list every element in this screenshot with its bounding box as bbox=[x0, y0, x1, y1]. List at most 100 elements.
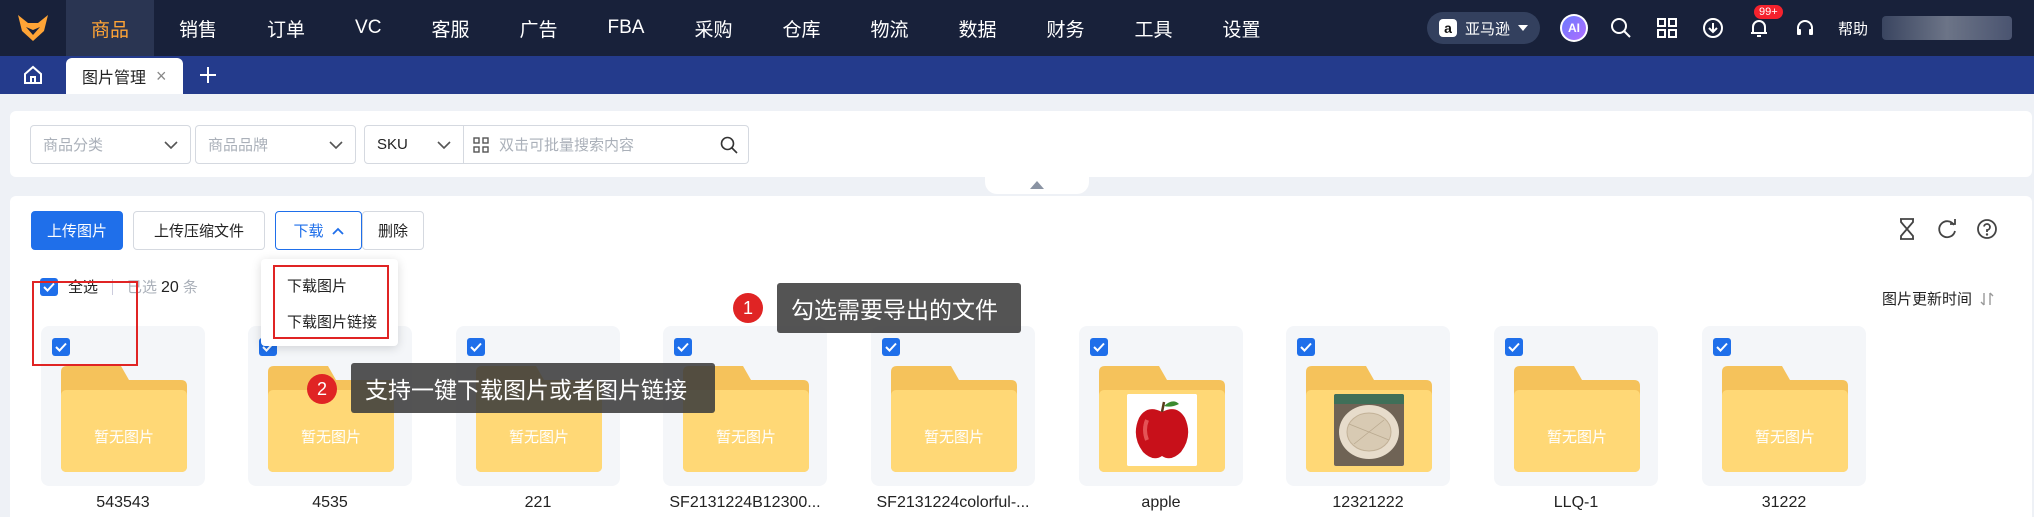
headset-support-icon[interactable] bbox=[1792, 15, 1818, 41]
user-account-blurred[interactable] bbox=[1882, 16, 2012, 40]
search-icon[interactable] bbox=[1608, 15, 1634, 41]
sort-icon bbox=[1980, 292, 1994, 305]
card-name: SF2131224colorful-... bbox=[876, 494, 1030, 511]
menu-item-warehouse[interactable]: 仓库 bbox=[757, 0, 845, 56]
tab-image-management[interactable]: 图片管理 × bbox=[66, 58, 183, 94]
amazon-icon: a bbox=[1438, 19, 1457, 37]
folder-placeholder: 暂无图片 bbox=[891, 366, 1017, 472]
menu-item-products[interactable]: 商品 bbox=[66, 0, 155, 56]
menu-item-customer-service[interactable]: 客服 bbox=[406, 0, 494, 56]
menu-item-logistics[interactable]: 物流 bbox=[845, 0, 933, 56]
image-card[interactable]: 暂无图片 SF2131224colorful-... bbox=[871, 326, 1035, 511]
check-icon bbox=[1093, 342, 1105, 352]
brand-placeholder: 商品品牌 bbox=[208, 137, 269, 154]
menu-item-vc[interactable]: VC bbox=[330, 0, 406, 56]
card-name: 31222 bbox=[1761, 494, 1807, 511]
card-checkbox[interactable] bbox=[1505, 338, 1523, 356]
filter-panel: 商品分类 商品品牌 SKU 双击可批量搜索内容 bbox=[10, 111, 2032, 177]
tab-label: 图片管理 bbox=[82, 70, 147, 87]
caret-up-icon bbox=[1030, 181, 1044, 189]
card-checkbox[interactable] bbox=[674, 338, 692, 356]
home-tab[interactable] bbox=[0, 56, 66, 94]
batch-grid-icon bbox=[473, 136, 489, 153]
upload-image-button[interactable]: 上传图片 bbox=[31, 211, 123, 250]
check-icon bbox=[1300, 342, 1312, 352]
check-icon bbox=[1716, 342, 1728, 352]
card-name: LLQ-1 bbox=[1553, 494, 1599, 511]
close-icon[interactable]: × bbox=[156, 66, 167, 87]
search-icon[interactable] bbox=[720, 136, 738, 154]
no-image-text: 暂无图片 bbox=[715, 429, 776, 446]
folder-icon bbox=[1722, 366, 1848, 472]
no-image-text: 暂无图片 bbox=[923, 429, 984, 446]
card-checkbox[interactable] bbox=[1713, 338, 1731, 356]
check-icon bbox=[1508, 342, 1520, 352]
menu-item-finance[interactable]: 财务 bbox=[1022, 0, 1110, 56]
home-icon bbox=[24, 65, 42, 84]
notification-bell-icon[interactable]: 99+ bbox=[1746, 5, 1783, 41]
chevron-down-icon bbox=[329, 140, 343, 149]
fox-logo-icon bbox=[18, 15, 48, 41]
folder-placeholder: 暂无图片 bbox=[61, 366, 187, 472]
select-all-highlight-box bbox=[32, 281, 138, 366]
delete-button[interactable]: 删除 bbox=[362, 211, 424, 250]
menu-item-purchasing[interactable]: 采购 bbox=[669, 0, 757, 56]
menu-item-ads[interactable]: 广告 bbox=[494, 0, 582, 56]
download-dropdown-button[interactable]: 下载 bbox=[275, 211, 362, 250]
card-name: 543543 bbox=[96, 494, 150, 511]
card-checkbox[interactable] bbox=[882, 338, 900, 356]
annotation-tip-1: 勾选需要导出的文件 bbox=[777, 283, 1021, 333]
card-checkbox[interactable] bbox=[467, 338, 485, 356]
search-placeholder: 双击可批量搜索内容 bbox=[499, 137, 635, 154]
no-image-text: 暂无图片 bbox=[1754, 429, 1815, 446]
sort-label: 图片更新时间 bbox=[1881, 291, 1972, 308]
menu-item-tools[interactable]: 工具 bbox=[1110, 0, 1198, 56]
apps-grid-icon[interactable] bbox=[1654, 15, 1680, 41]
menu-item-data[interactable]: 数据 bbox=[933, 0, 1021, 56]
card-name: 221 bbox=[524, 494, 552, 511]
notification-count-badge: 99+ bbox=[1753, 5, 1783, 19]
card-checkbox[interactable] bbox=[1297, 338, 1315, 356]
search-type-select[interactable]: SKU bbox=[364, 125, 464, 164]
plate-image bbox=[1334, 394, 1404, 466]
refresh-icon[interactable] bbox=[1934, 216, 1960, 242]
menu-item-fba[interactable]: FBA bbox=[582, 0, 669, 56]
image-card[interactable]: 暂无图片 LLQ-1 bbox=[1494, 326, 1658, 511]
brand-select[interactable]: 商品品牌 bbox=[195, 125, 356, 164]
download-label: 下载 bbox=[293, 223, 324, 240]
no-image-text: 暂无图片 bbox=[1546, 429, 1607, 446]
search-type-value: SKU bbox=[377, 136, 408, 153]
add-tab-button[interactable] bbox=[183, 56, 233, 94]
search-input[interactable]: 双击可批量搜索内容 bbox=[463, 125, 749, 164]
upload-zip-button[interactable]: 上传压缩文件 bbox=[133, 211, 265, 250]
menu-item-settings[interactable]: 设置 bbox=[1198, 0, 1286, 56]
image-card[interactable]: apple bbox=[1079, 326, 1243, 511]
menu-item-orders[interactable]: 订单 bbox=[242, 0, 330, 56]
folder-with-image bbox=[1306, 366, 1432, 472]
no-image-text: 暂无图片 bbox=[300, 429, 361, 446]
card-name: apple bbox=[1141, 494, 1181, 511]
folder-icon bbox=[1514, 366, 1640, 472]
image-card[interactable]: 12321222 bbox=[1286, 326, 1450, 511]
help-circle-icon[interactable] bbox=[1974, 216, 2000, 242]
sort-by-update-time[interactable]: 图片更新时间 bbox=[1882, 288, 1994, 309]
hourglass-icon[interactable] bbox=[1894, 216, 1920, 242]
help-link[interactable]: 帮助 bbox=[1838, 18, 1868, 39]
folder-placeholder: 暂无图片 bbox=[1514, 366, 1640, 472]
download-center-icon[interactable] bbox=[1700, 15, 1726, 41]
caret-down-icon bbox=[1517, 25, 1528, 31]
collapse-filter-toggle[interactable] bbox=[985, 176, 1089, 194]
chevron-down-icon bbox=[164, 140, 178, 149]
store-selector[interactable]: a 亚马逊 bbox=[1426, 12, 1540, 44]
annotation-number-2: 2 bbox=[307, 374, 337, 404]
image-card[interactable]: 暂无图片 31222 bbox=[1702, 326, 1866, 511]
menu-item-sales[interactable]: 销售 bbox=[154, 0, 242, 56]
category-select[interactable]: 商品分类 bbox=[30, 125, 191, 164]
card-checkbox[interactable] bbox=[1090, 338, 1108, 356]
card-name: SF2131224B12300... bbox=[669, 494, 821, 511]
apple-image bbox=[1127, 394, 1197, 466]
app-logo[interactable] bbox=[0, 0, 66, 56]
ai-assistant-button[interactable]: AI bbox=[1559, 14, 1588, 42]
check-icon bbox=[470, 342, 482, 352]
folder-with-image bbox=[1099, 366, 1225, 472]
